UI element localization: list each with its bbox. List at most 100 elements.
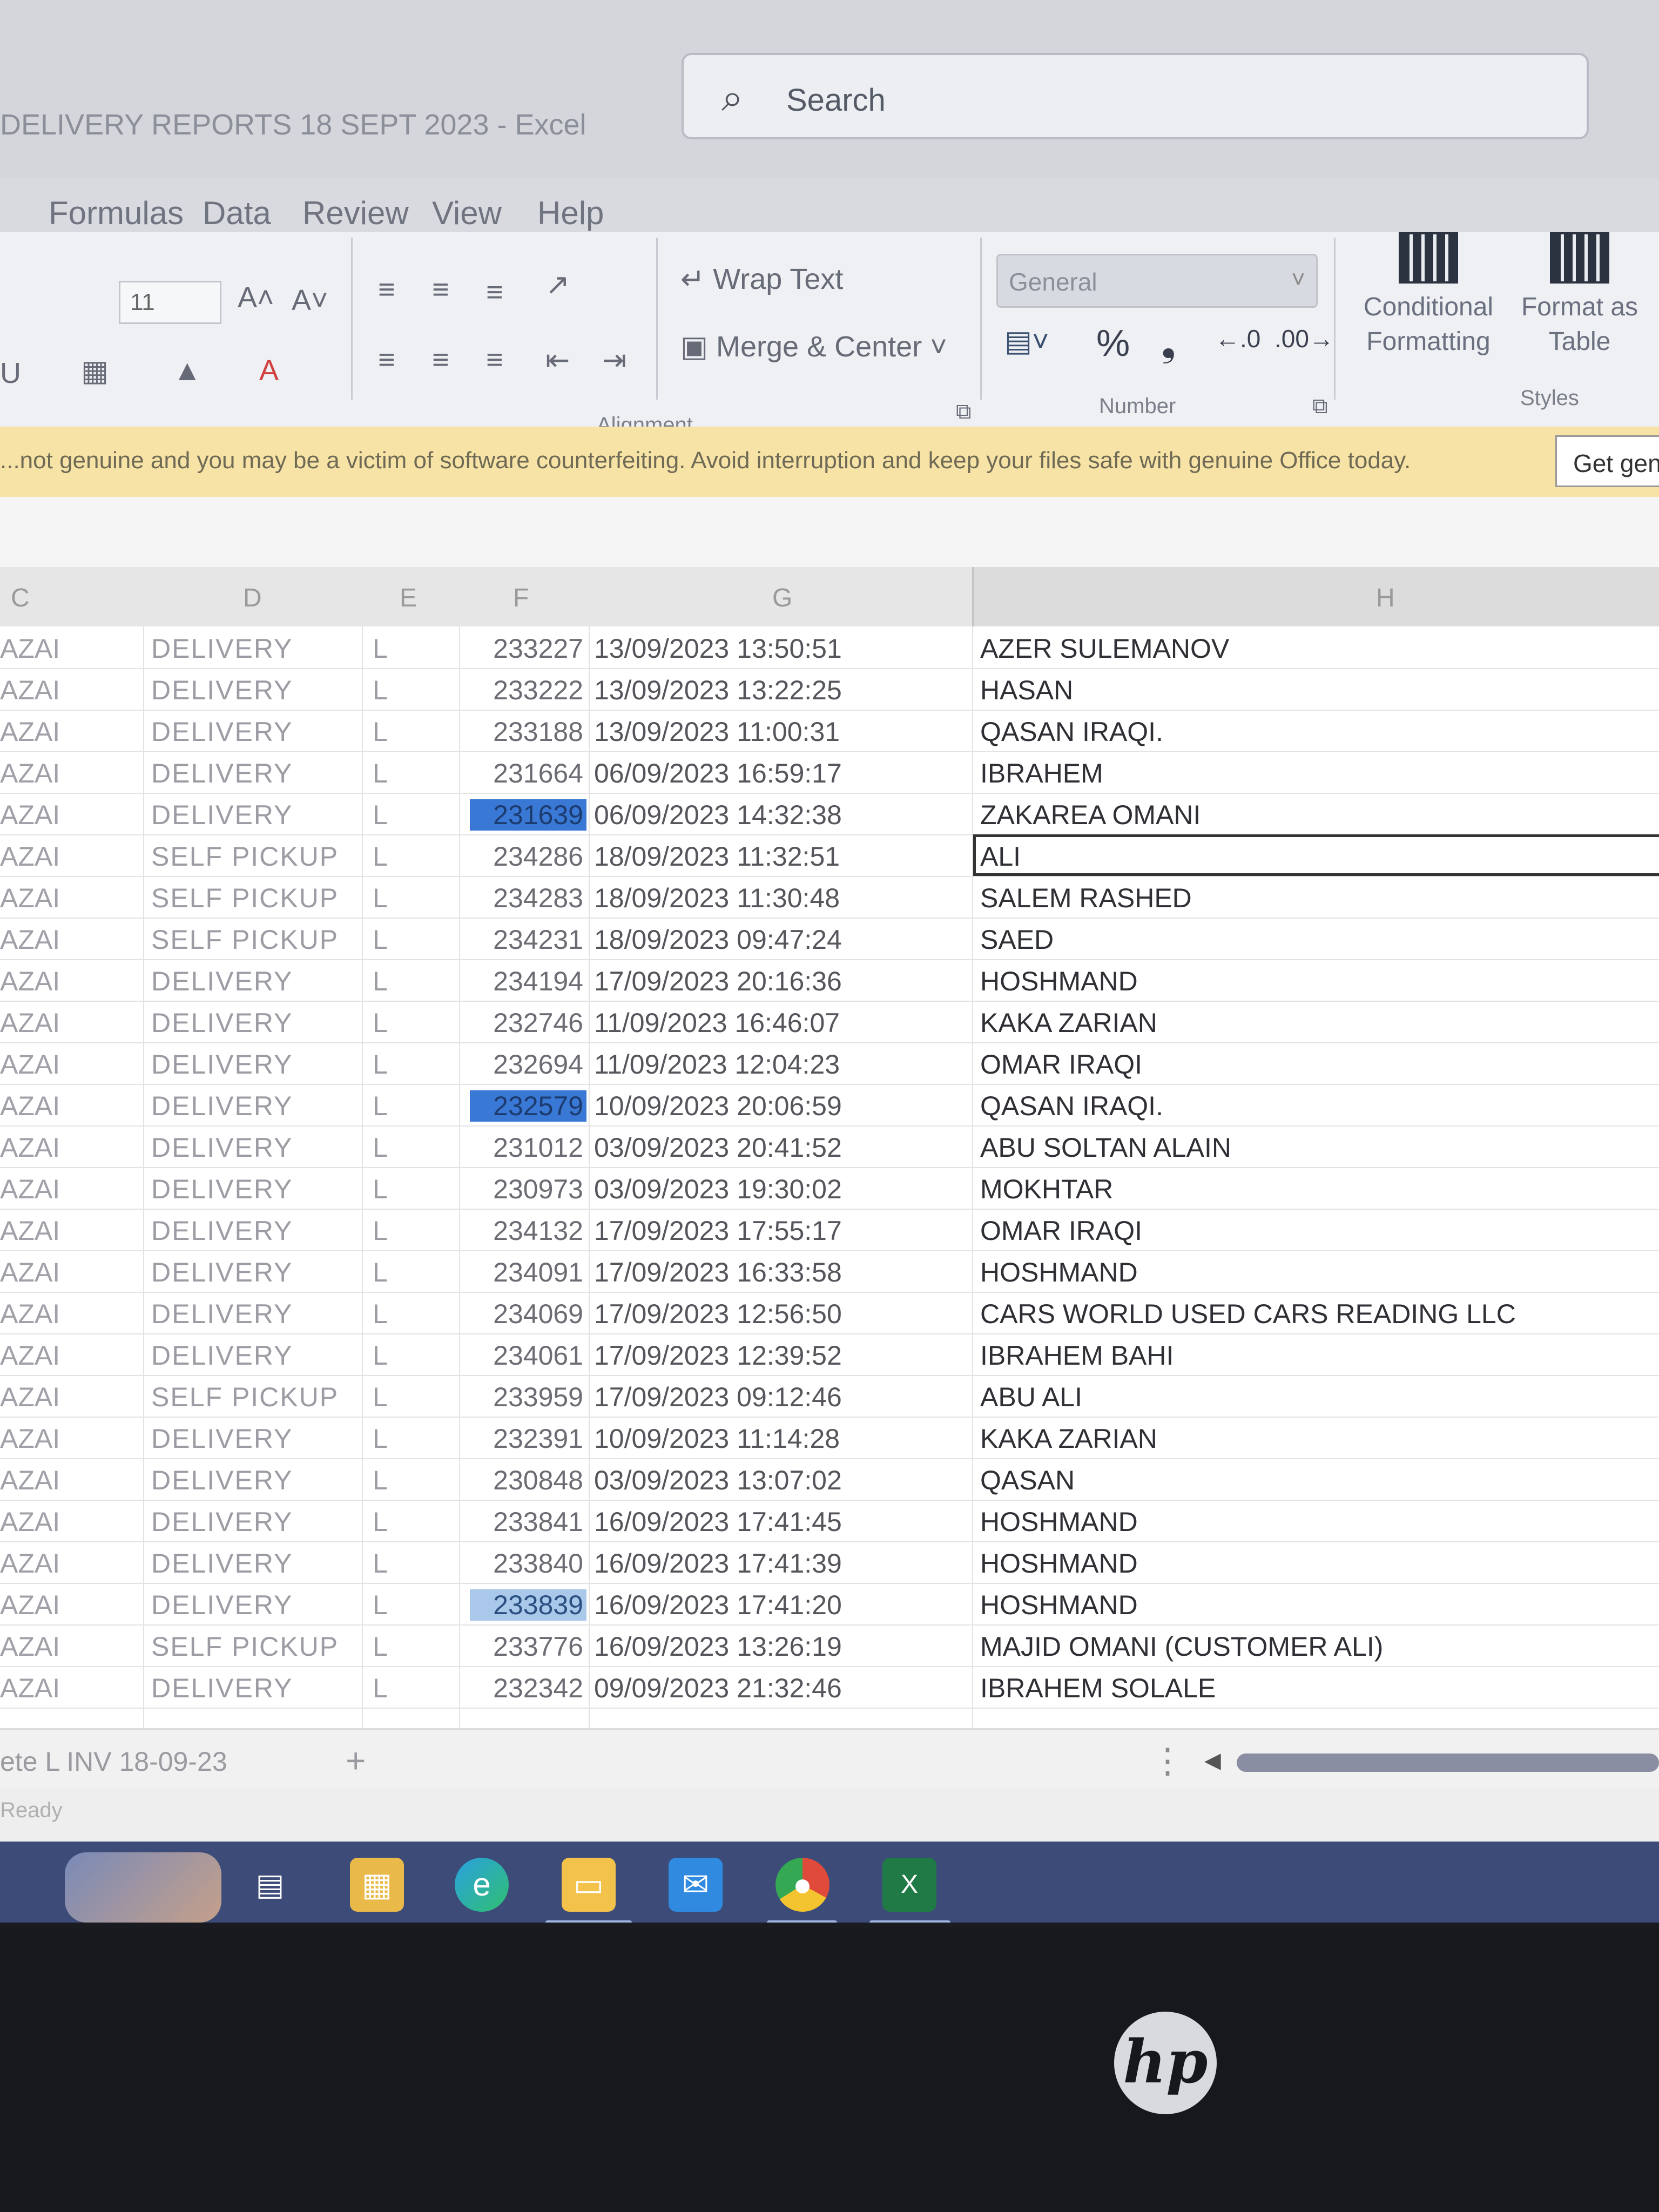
cell-e[interactable]: L	[373, 1298, 388, 1330]
cell-d[interactable]: DELIVERY	[151, 1506, 293, 1537]
cell-c[interactable]: AZAI	[0, 1340, 60, 1371]
cell-g[interactable]: 10/09/2023 20:06:59	[594, 1090, 842, 1122]
cell-f[interactable]: 234069	[470, 1298, 586, 1330]
orientation-icon[interactable]: ↗	[545, 267, 570, 301]
cell-g[interactable]: 18/09/2023 11:32:51	[594, 841, 840, 872]
increase-font-icon[interactable]: A˄	[238, 281, 274, 314]
column-header-g[interactable]: G	[772, 583, 792, 613]
column-header-e[interactable]: E	[400, 583, 417, 613]
font-color-icon[interactable]: A	[259, 354, 279, 387]
cell-f[interactable]: 232579	[470, 1090, 586, 1122]
cell-e[interactable]: L	[373, 1257, 388, 1288]
cell-h[interactable]: OMAR IRAQI	[980, 1049, 1142, 1080]
column-header-c[interactable]: C	[11, 583, 30, 613]
cell-d[interactable]: DELIVERY	[151, 1174, 293, 1205]
cell-e[interactable]: L	[373, 1465, 388, 1496]
table-row[interactable]: AZAI SELF PICKUP L 234231 18/09/2023 09:47:2…	[0, 918, 1659, 960]
cell-f[interactable]: 232342	[470, 1673, 586, 1704]
edge-icon[interactable]: e	[455, 1858, 509, 1912]
cell-e[interactable]: L	[373, 1090, 388, 1122]
cell-e[interactable]: L	[373, 1673, 388, 1704]
cell-g[interactable]: 18/09/2023 09:47:24	[594, 924, 842, 955]
cell-d[interactable]: DELIVERY	[151, 966, 293, 997]
cell-h[interactable]: IBRAHEM BAHI	[980, 1340, 1174, 1371]
tab-view[interactable]: View	[432, 194, 502, 232]
cell-d[interactable]: DELIVERY	[151, 758, 293, 789]
cell-d[interactable]: DELIVERY	[151, 633, 293, 664]
cell-h[interactable]: ZAKAREA OMANI	[980, 799, 1201, 831]
align-left-icon[interactable]: ≡	[378, 343, 395, 376]
cell-c[interactable]: AZAI	[0, 1298, 60, 1330]
cell-h[interactable]: QASAN IRAQI.	[980, 1090, 1163, 1122]
borders-icon[interactable]: ▦	[81, 354, 109, 388]
cell-h[interactable]: SALEM RASHED	[980, 882, 1192, 914]
chrome-icon[interactable]: ●	[775, 1858, 830, 1912]
cell-h[interactable]: QASAN IRAQI.	[980, 716, 1163, 747]
cell-f[interactable]: 234231	[470, 924, 586, 955]
cell-d[interactable]: SELF PICKUP	[151, 1381, 339, 1413]
column-header-h-cell[interactable]: H	[972, 567, 1659, 626]
cell-g[interactable]: 03/09/2023 13:07:02	[594, 1465, 842, 1496]
cell-e[interactable]: L	[373, 1381, 388, 1413]
cell-d[interactable]: SELF PICKUP	[151, 1631, 339, 1662]
cell-g[interactable]: 18/09/2023 11:30:48	[594, 882, 840, 914]
cell-g[interactable]: 17/09/2023 09:12:46	[594, 1381, 842, 1413]
cell-c[interactable]: AZAI	[0, 799, 60, 831]
weather-widget-icon[interactable]	[65, 1852, 221, 1923]
cell-f[interactable]: 232746	[470, 1007, 586, 1038]
cell-e[interactable]: L	[373, 1423, 388, 1454]
add-sheet-button[interactable]: +	[346, 1741, 366, 1781]
cell-d[interactable]: DELIVERY	[151, 1589, 293, 1621]
decrease-decimal-icon[interactable]: .00→	[1274, 324, 1334, 353]
mail-icon[interactable]: ✉	[669, 1858, 723, 1912]
cell-g[interactable]: 03/09/2023 19:30:02	[594, 1174, 842, 1205]
cell-g[interactable]: 13/09/2023 13:50:51	[594, 633, 842, 664]
cell-h[interactable]: SAED	[980, 924, 1054, 955]
cell-g[interactable]: 09/09/2023 21:32:46	[594, 1673, 842, 1704]
cell-f[interactable]: 231012	[470, 1132, 586, 1163]
comma-style-icon[interactable]: ❟	[1161, 321, 1176, 366]
cell-e[interactable]: L	[373, 675, 388, 706]
cell-e[interactable]: L	[373, 1049, 388, 1080]
store-icon[interactable]: ▦	[350, 1858, 404, 1912]
format-as-table-button[interactable]: Format as Table	[1512, 232, 1647, 359]
cell-f[interactable]: 233840	[470, 1548, 586, 1579]
cell-d[interactable]: DELIVERY	[151, 1215, 293, 1246]
cell-f[interactable]: 231639	[470, 799, 586, 831]
cell-h[interactable]: HOSHMAND	[980, 1257, 1138, 1288]
cell-d[interactable]: DELIVERY	[151, 1340, 293, 1371]
cell-c[interactable]: AZAI	[0, 1215, 60, 1246]
cell-h[interactable]: HASAN	[980, 675, 1073, 706]
cell-g[interactable]: 13/09/2023 11:00:31	[594, 716, 840, 747]
excel-icon[interactable]: X	[882, 1858, 936, 1912]
cell-f[interactable]: 233841	[470, 1506, 586, 1537]
cell-c[interactable]: AZAI	[0, 758, 60, 789]
cell-f[interactable]: 234194	[470, 966, 586, 997]
conditional-formatting-button[interactable]: Conditional Formatting	[1355, 232, 1501, 359]
cell-g[interactable]: 03/09/2023 20:41:52	[594, 1132, 842, 1163]
cell-c[interactable]: AZAI	[0, 1465, 60, 1496]
table-row[interactable]: AZAI DELIVERY L 231664 06/09/2023 16:59:17 IB…	[0, 751, 1659, 794]
cell-f[interactable]: 233839	[470, 1589, 586, 1621]
cell-d[interactable]: DELIVERY	[151, 1257, 293, 1288]
cell-d[interactable]: DELIVERY	[151, 1673, 293, 1704]
cell-h[interactable]: KAKA ZARIAN	[980, 1423, 1157, 1454]
cell-g[interactable]: 17/09/2023 20:16:36	[594, 966, 842, 997]
table-row[interactable]: AZAI DELIVERY L 233222 13/09/2023 13:22:25 HA…	[0, 668, 1659, 711]
table-row[interactable]: AZAI DELIVERY L 233841 16/09/2023 17:41:45 HO…	[0, 1500, 1659, 1542]
cell-g[interactable]: 13/09/2023 13:22:25	[594, 675, 842, 706]
tab-review[interactable]: Review	[302, 194, 409, 232]
table-row[interactable]: AZAI SELF PICKUP L 234283 18/09/2023 11:30:4…	[0, 876, 1659, 919]
increase-decimal-icon[interactable]: ←.0	[1215, 324, 1260, 353]
cell-h[interactable]: IBRAHEM	[980, 758, 1103, 789]
cell-c[interactable]: AZAI	[0, 1673, 60, 1704]
cell-c[interactable]: AZAI	[0, 1257, 60, 1288]
cell-c[interactable]: AZAI	[0, 924, 60, 955]
cell-d[interactable]: DELIVERY	[151, 1298, 293, 1330]
cell-c[interactable]: AZAI	[0, 966, 60, 997]
cell-d[interactable]: DELIVERY	[151, 1548, 293, 1579]
cell-h[interactable]: MAJID OMANI (CUSTOMER ALI)	[980, 1631, 1383, 1662]
table-row[interactable]: AZAI DELIVERY L 234091 17/09/2023 16:33:58 HO…	[0, 1250, 1659, 1293]
cell-e[interactable]: L	[373, 966, 388, 997]
cell-g[interactable]: 17/09/2023 16:33:58	[594, 1257, 842, 1288]
